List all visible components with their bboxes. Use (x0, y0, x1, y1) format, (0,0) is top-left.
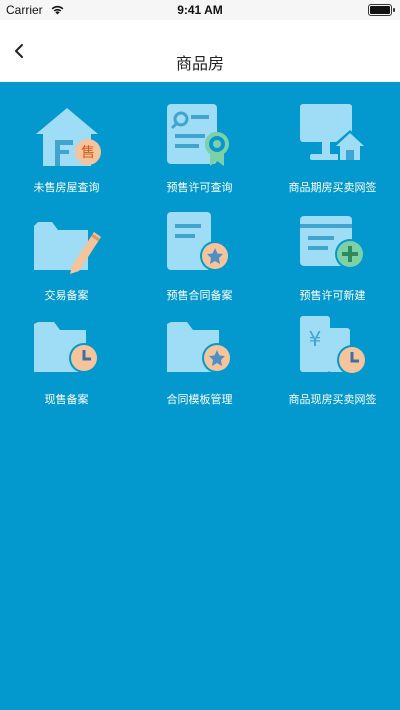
tile-contract-template-management[interactable]: 合同模板管理 (133, 294, 266, 406)
sale-badge-text: 售 (81, 145, 95, 161)
tile-presale-contract-filing[interactable]: 预售合同备案 (133, 190, 266, 302)
page-title: 商品房 (175, 54, 224, 73)
status-time: 9:41 AM (177, 3, 223, 17)
tile-presale-permit-create[interactable]: 预售许可新建 (266, 190, 399, 302)
folder-clock-icon (34, 322, 99, 373)
folder-pen-icon (34, 222, 101, 274)
tile-spot-sale-filing[interactable]: 现售备案 (0, 294, 133, 406)
tile-unsold-house-query[interactable]: 售 未售房屋查询 (0, 82, 133, 194)
certificate-icon (167, 104, 229, 166)
tile-offplan-online-signing[interactable]: 商品期房买卖网签 (266, 82, 399, 194)
tile-spot-house-online-signing[interactable]: ¥ 商品现房买卖网签 (266, 294, 399, 406)
tile-presale-permit-query[interactable]: 预售许可查询 (133, 82, 266, 194)
monitor-house-icon (300, 104, 366, 162)
tile-label: 合同模板管理 (166, 393, 233, 406)
tile-transaction-filing[interactable]: 交易备案 (0, 190, 133, 302)
house-sale-icon: 售 (36, 108, 101, 166)
document-star-icon (167, 212, 230, 271)
navigation-bar: 商品房 (0, 20, 400, 82)
battery-icon (368, 4, 395, 16)
tile-label: 现售备案 (44, 393, 89, 406)
folder-star-icon (167, 322, 232, 373)
tile-label: 商品现房买卖网签 (288, 393, 377, 406)
status-bar: Carrier 9:41 AM (0, 0, 400, 20)
yuan-document-clock-icon: ¥ (300, 316, 367, 375)
form-add-icon (300, 216, 365, 269)
yuan-badge-text: ¥ (309, 327, 322, 351)
